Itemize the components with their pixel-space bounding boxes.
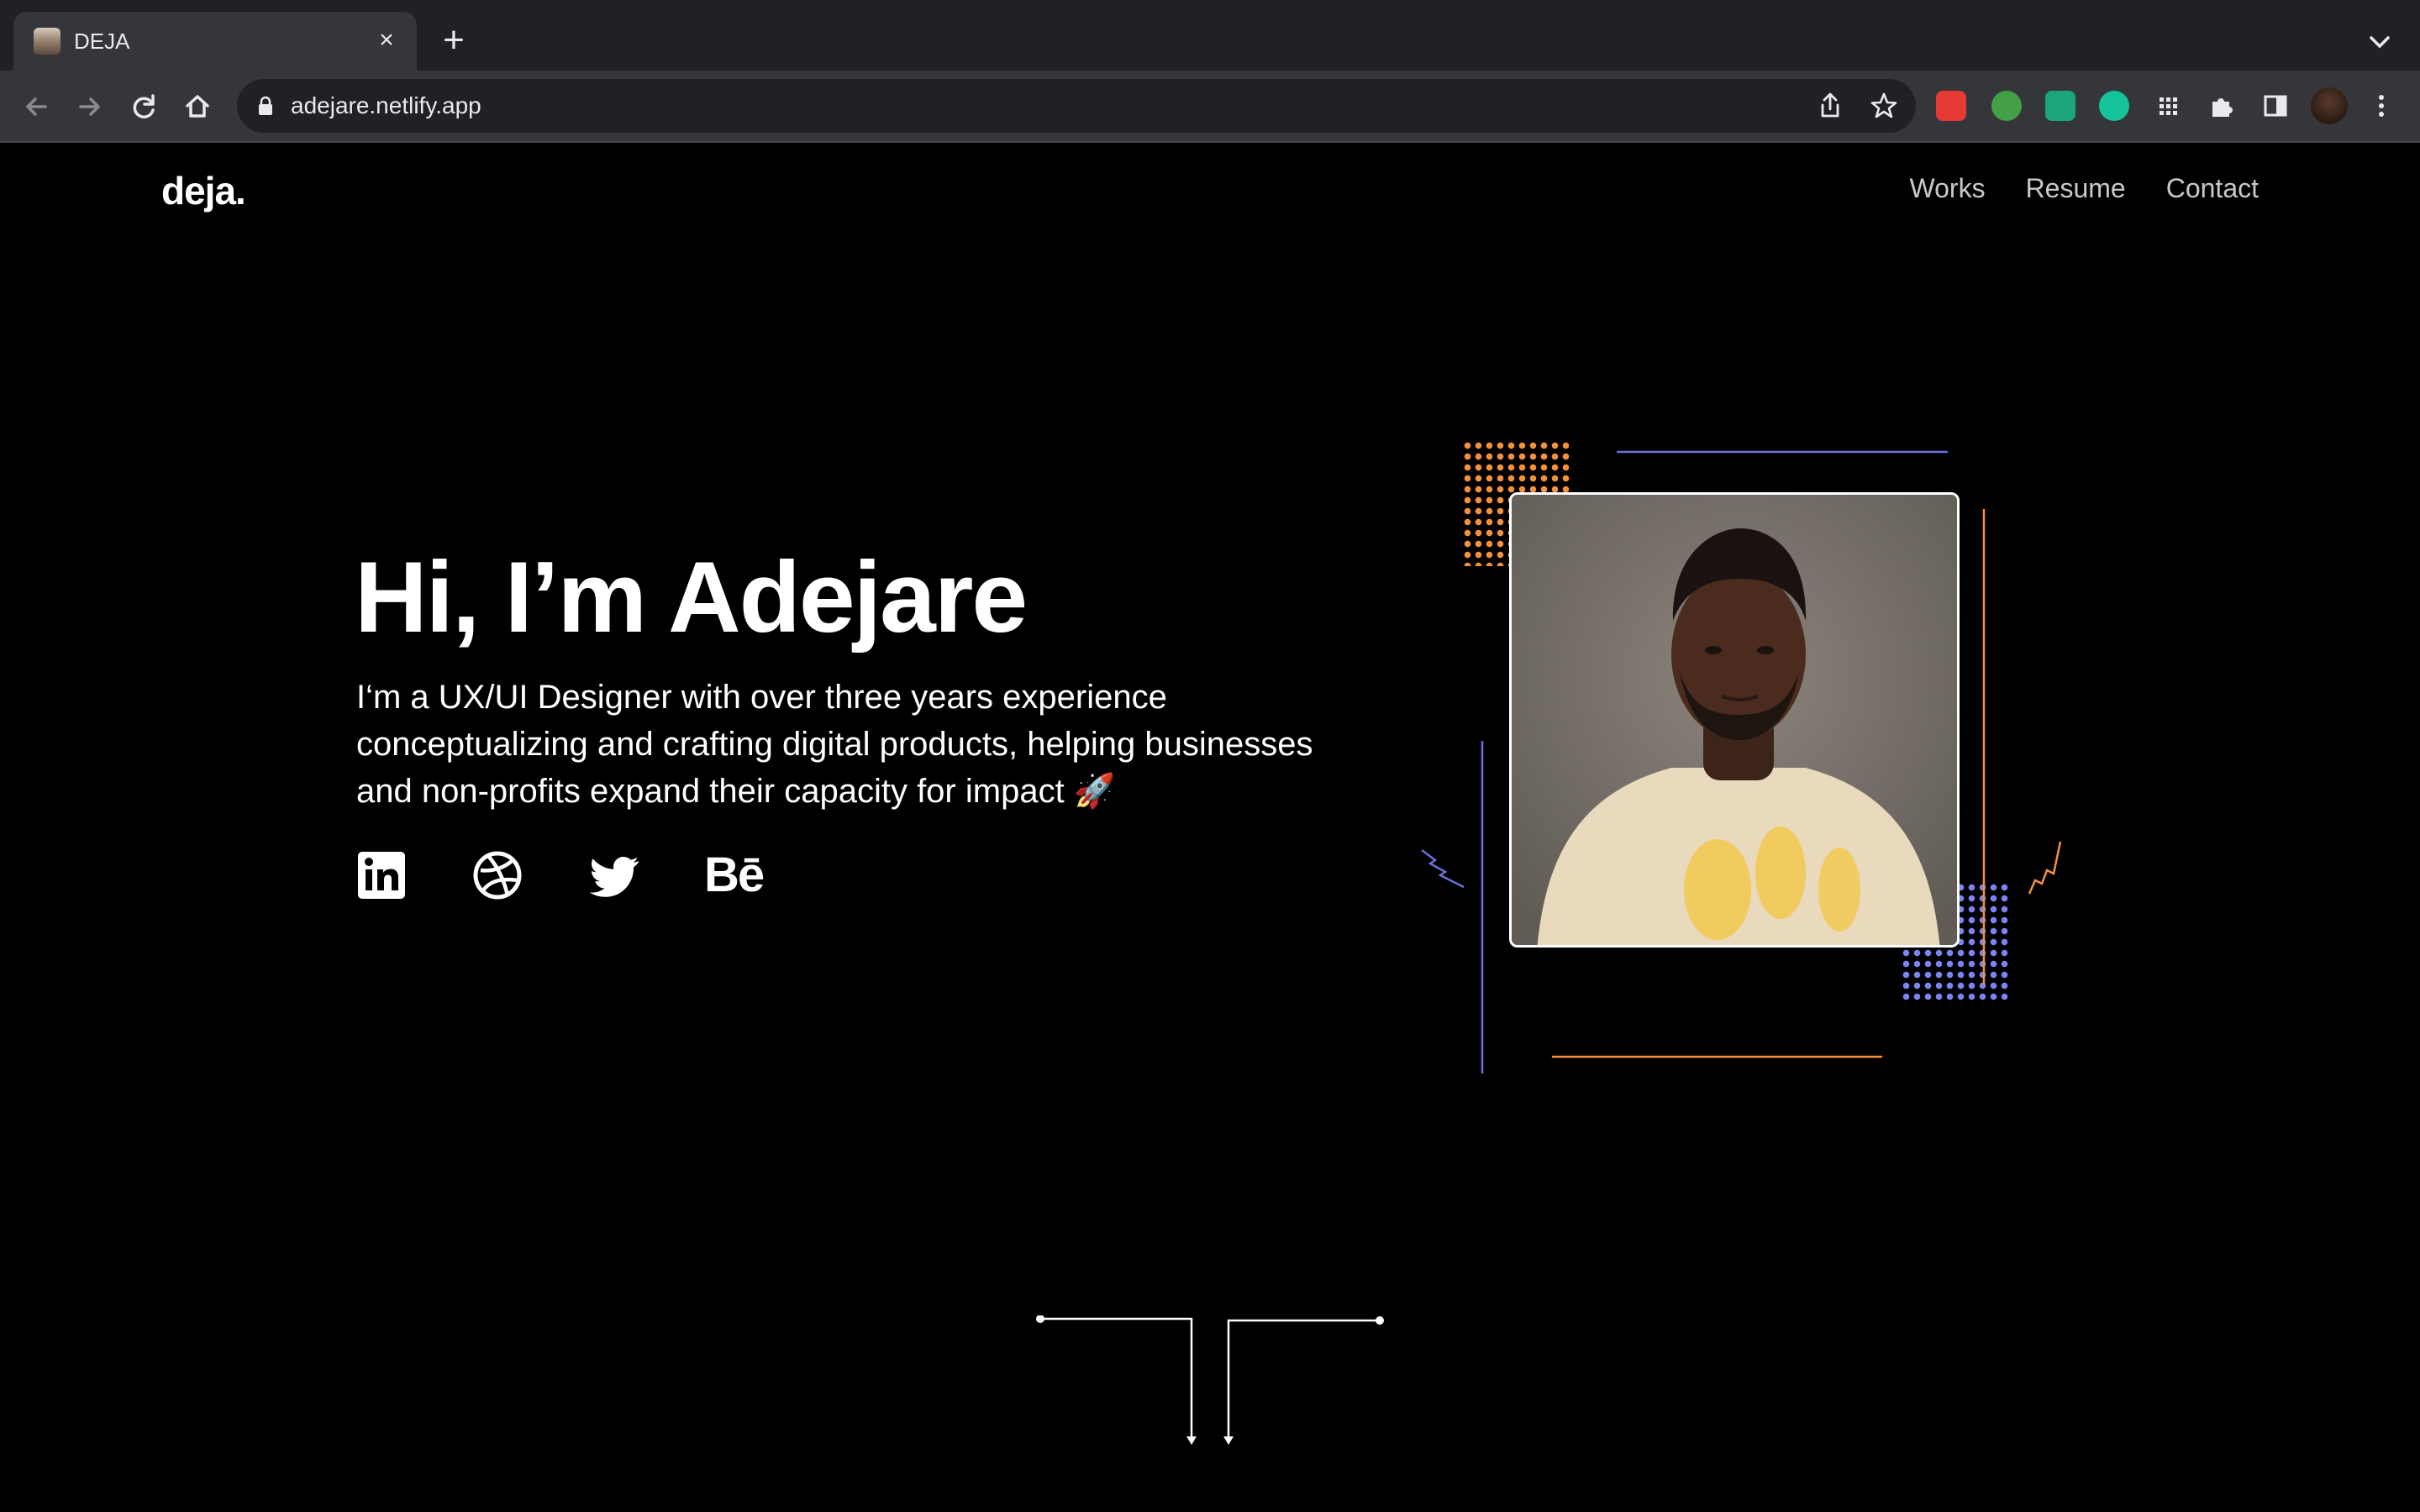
extension-red-icon[interactable] (1936, 91, 1966, 121)
reload-button[interactable] (126, 89, 161, 124)
nav-link-resume[interactable]: Resume (2026, 173, 2126, 204)
url-text[interactable]: adejare.netlify.app (291, 92, 481, 119)
browser-menu-icon[interactable] (2366, 91, 2396, 121)
site-logo[interactable]: deja. (161, 168, 246, 213)
lock-icon[interactable] (257, 96, 274, 116)
linkedin-icon[interactable] (356, 850, 407, 900)
extension-chatgpt-icon[interactable] (2045, 91, 2075, 121)
extension-grammarly-icon[interactable] (2099, 91, 2129, 121)
side-panel-icon[interactable] (2260, 91, 2291, 121)
extensions-puzzle-icon[interactable] (2207, 91, 2237, 121)
tab-search-chevron-icon[interactable] (2363, 25, 2396, 59)
home-button[interactable] (180, 89, 215, 124)
forward-button[interactable] (72, 89, 108, 124)
hero-description: I‘m a UX/UI Designer with over three yea… (356, 679, 1313, 810)
scroll-down-arrows-icon[interactable] (1030, 1315, 1392, 1450)
close-tab-button[interactable]: × (371, 25, 402, 55)
profile-photo (1509, 492, 1960, 948)
bookmark-star-icon[interactable] (1869, 91, 1899, 121)
apps-grid-icon[interactable] (2153, 91, 2183, 121)
nav-link-contact[interactable]: Contact (2166, 173, 2259, 204)
site-nav: Works Resume Contact (1909, 173, 2259, 204)
browser-toolbar: adejare.netlify.app (0, 71, 2420, 143)
hero-title: Hi, I’m Adejare (355, 541, 1028, 654)
share-icon[interactable] (1815, 91, 1845, 121)
back-button[interactable] (18, 89, 54, 124)
social-links: Bē (356, 850, 765, 900)
twitter-icon[interactable] (588, 850, 639, 900)
new-tab-button[interactable]: + (435, 22, 472, 60)
dribbble-icon[interactable] (472, 850, 523, 900)
extension-robot-icon[interactable] (1991, 91, 2022, 121)
address-bar[interactable]: adejare.netlify.app (237, 79, 1916, 133)
nav-link-works[interactable]: Works (1909, 173, 1985, 204)
tab-favicon-icon (34, 28, 60, 55)
browser-tab-bar: DEJA × + (0, 0, 2420, 71)
browser-tab[interactable]: DEJA × (13, 12, 417, 71)
profile-avatar[interactable] (2311, 87, 2348, 124)
tab-title: DEJA (74, 29, 130, 54)
website-page: deja. Works Resume Contact Hi, I’m Adeja… (0, 144, 2420, 1512)
behance-icon[interactable]: Bē (704, 850, 765, 900)
portrait-image (1512, 495, 1957, 945)
